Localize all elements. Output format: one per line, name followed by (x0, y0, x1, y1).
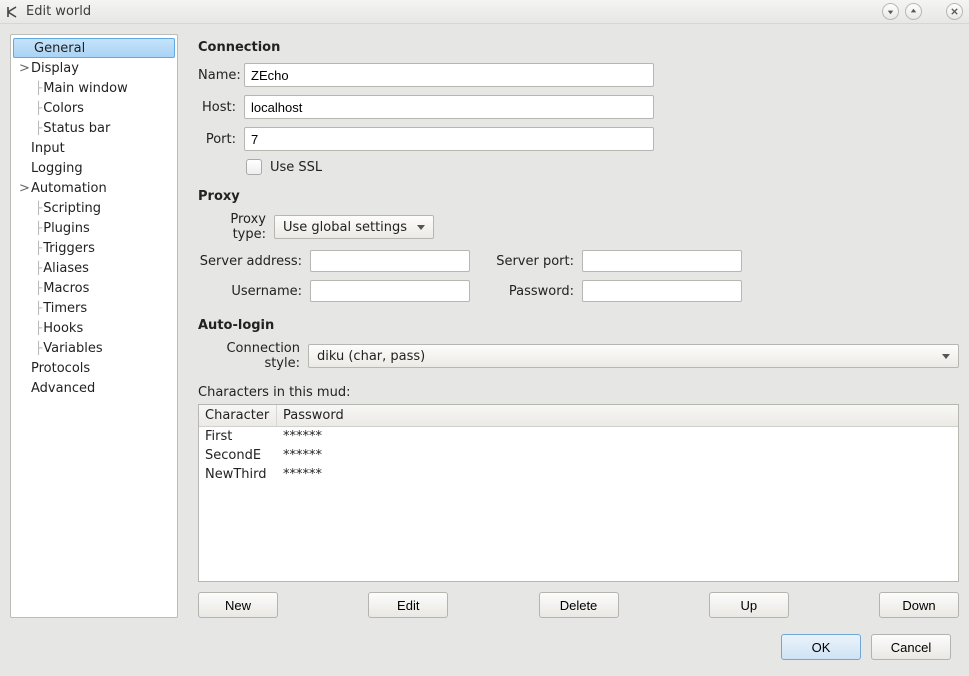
edit-button[interactable]: Edit (368, 592, 448, 618)
tree-item[interactable]: ├ Aliases (11, 258, 177, 278)
tree-item-label: Main window (43, 81, 128, 96)
characters-table[interactable]: Character Password First******SecondE***… (198, 404, 959, 582)
tree-item[interactable]: ├ Plugins (11, 218, 177, 238)
tree-item-label: Input (31, 141, 65, 156)
tree-expand-icon: > (19, 61, 29, 76)
cell-password: ****** (277, 446, 357, 465)
tree-item[interactable]: >Display (11, 58, 177, 78)
tree-item[interactable]: ├ Variables (11, 338, 177, 358)
maximize-button[interactable] (905, 3, 922, 20)
minimize-button[interactable] (882, 3, 899, 20)
table-row[interactable]: NewThird****** (199, 465, 958, 484)
proxy-type-value: Use global settings (283, 220, 407, 235)
main-panel: Connection Name: Host: Port: Use SSL (198, 34, 959, 618)
name-input[interactable] (244, 63, 654, 87)
col-password[interactable]: Password (277, 405, 958, 426)
tree-item[interactable]: Input (11, 138, 177, 158)
tree-item[interactable]: ├ Colors (11, 98, 177, 118)
host-input[interactable] (244, 95, 654, 119)
category-tree[interactable]: General>Display├ Main window├ Colors├ St… (10, 34, 178, 618)
conn-style-label: Connection style: (198, 341, 308, 371)
tree-item-label: Macros (43, 281, 89, 296)
titlebar: Edit world (0, 0, 969, 24)
name-label: Name: (198, 68, 244, 83)
proxy-server-port-input[interactable] (582, 250, 742, 272)
cancel-button[interactable]: Cancel (871, 634, 951, 660)
conn-style-select[interactable]: diku (char, pass) (308, 344, 959, 368)
proxy-heading: Proxy (198, 189, 959, 204)
cell-character: First (199, 427, 277, 446)
tree-item-label: Scripting (43, 201, 101, 216)
tree-item-label: Aliases (43, 261, 89, 276)
tree-item[interactable]: Advanced (11, 378, 177, 398)
tree-item[interactable]: Logging (11, 158, 177, 178)
characters-label: Characters in this mud: (198, 385, 959, 400)
tree-item-label: Logging (31, 161, 83, 176)
tree-item-label: Triggers (43, 241, 95, 256)
proxy-server-addr-label: Server address: (198, 254, 302, 269)
tree-item-label: Advanced (31, 381, 95, 396)
use-ssl-checkbox[interactable] (246, 159, 262, 175)
conn-style-value: diku (char, pass) (317, 349, 425, 364)
app-icon (6, 5, 20, 19)
tree-item-label: Automation (31, 181, 107, 196)
tree-item[interactable]: General (13, 38, 175, 58)
connection-heading: Connection (198, 40, 959, 55)
proxy-password-label: Password: (478, 284, 574, 299)
proxy-password-input[interactable] (582, 280, 742, 302)
window-title: Edit world (26, 4, 91, 19)
cell-password: ****** (277, 427, 357, 446)
proxy-username-label: Username: (198, 284, 302, 299)
new-button[interactable]: New (198, 592, 278, 618)
tree-item[interactable]: >Automation (11, 178, 177, 198)
tree-item[interactable]: Protocols (11, 358, 177, 378)
tree-item[interactable]: ├ Hooks (11, 318, 177, 338)
tree-item-label: Display (31, 61, 79, 76)
tree-item-label: Plugins (43, 221, 90, 236)
port-label: Port: (198, 132, 244, 147)
proxy-server-addr-input[interactable] (310, 250, 470, 272)
chevron-down-icon (417, 225, 425, 230)
tree-item-label: Protocols (31, 361, 90, 376)
proxy-username-input[interactable] (310, 280, 470, 302)
characters-table-header: Character Password (199, 405, 958, 427)
tree-item-label: General (34, 41, 85, 56)
ok-button[interactable]: OK (781, 634, 861, 660)
host-label: Host: (198, 100, 244, 115)
table-row[interactable]: SecondE****** (199, 446, 958, 465)
tree-item-label: Timers (43, 301, 87, 316)
chevron-down-icon (942, 354, 950, 359)
close-button[interactable] (946, 3, 963, 20)
tree-item-label: Variables (43, 341, 102, 356)
tree-item-label: Status bar (43, 121, 110, 136)
tree-item[interactable]: ├ Macros (11, 278, 177, 298)
port-input[interactable] (244, 127, 654, 151)
delete-button[interactable]: Delete (539, 592, 619, 618)
proxy-server-port-label: Server port: (478, 254, 574, 269)
tree-item-label: Hooks (43, 321, 83, 336)
tree-item[interactable]: ├ Timers (11, 298, 177, 318)
proxy-type-label: Proxy type: (198, 212, 274, 242)
tree-item[interactable]: ├ Scripting (11, 198, 177, 218)
cell-character: NewThird (199, 465, 277, 484)
up-button[interactable]: Up (709, 592, 789, 618)
cell-password: ****** (277, 465, 357, 484)
use-ssl-label: Use SSL (270, 160, 322, 175)
autologin-heading: Auto-login (198, 318, 959, 333)
tree-item[interactable]: ├ Triggers (11, 238, 177, 258)
down-button[interactable]: Down (879, 592, 959, 618)
col-character[interactable]: Character (199, 405, 277, 426)
cell-character: SecondE (199, 446, 277, 465)
tree-item[interactable]: ├ Status bar (11, 118, 177, 138)
proxy-type-select[interactable]: Use global settings (274, 215, 434, 239)
tree-item-label: Colors (43, 101, 84, 116)
tree-expand-icon: > (19, 181, 29, 196)
table-row[interactable]: First****** (199, 427, 958, 446)
tree-item[interactable]: ├ Main window (11, 78, 177, 98)
